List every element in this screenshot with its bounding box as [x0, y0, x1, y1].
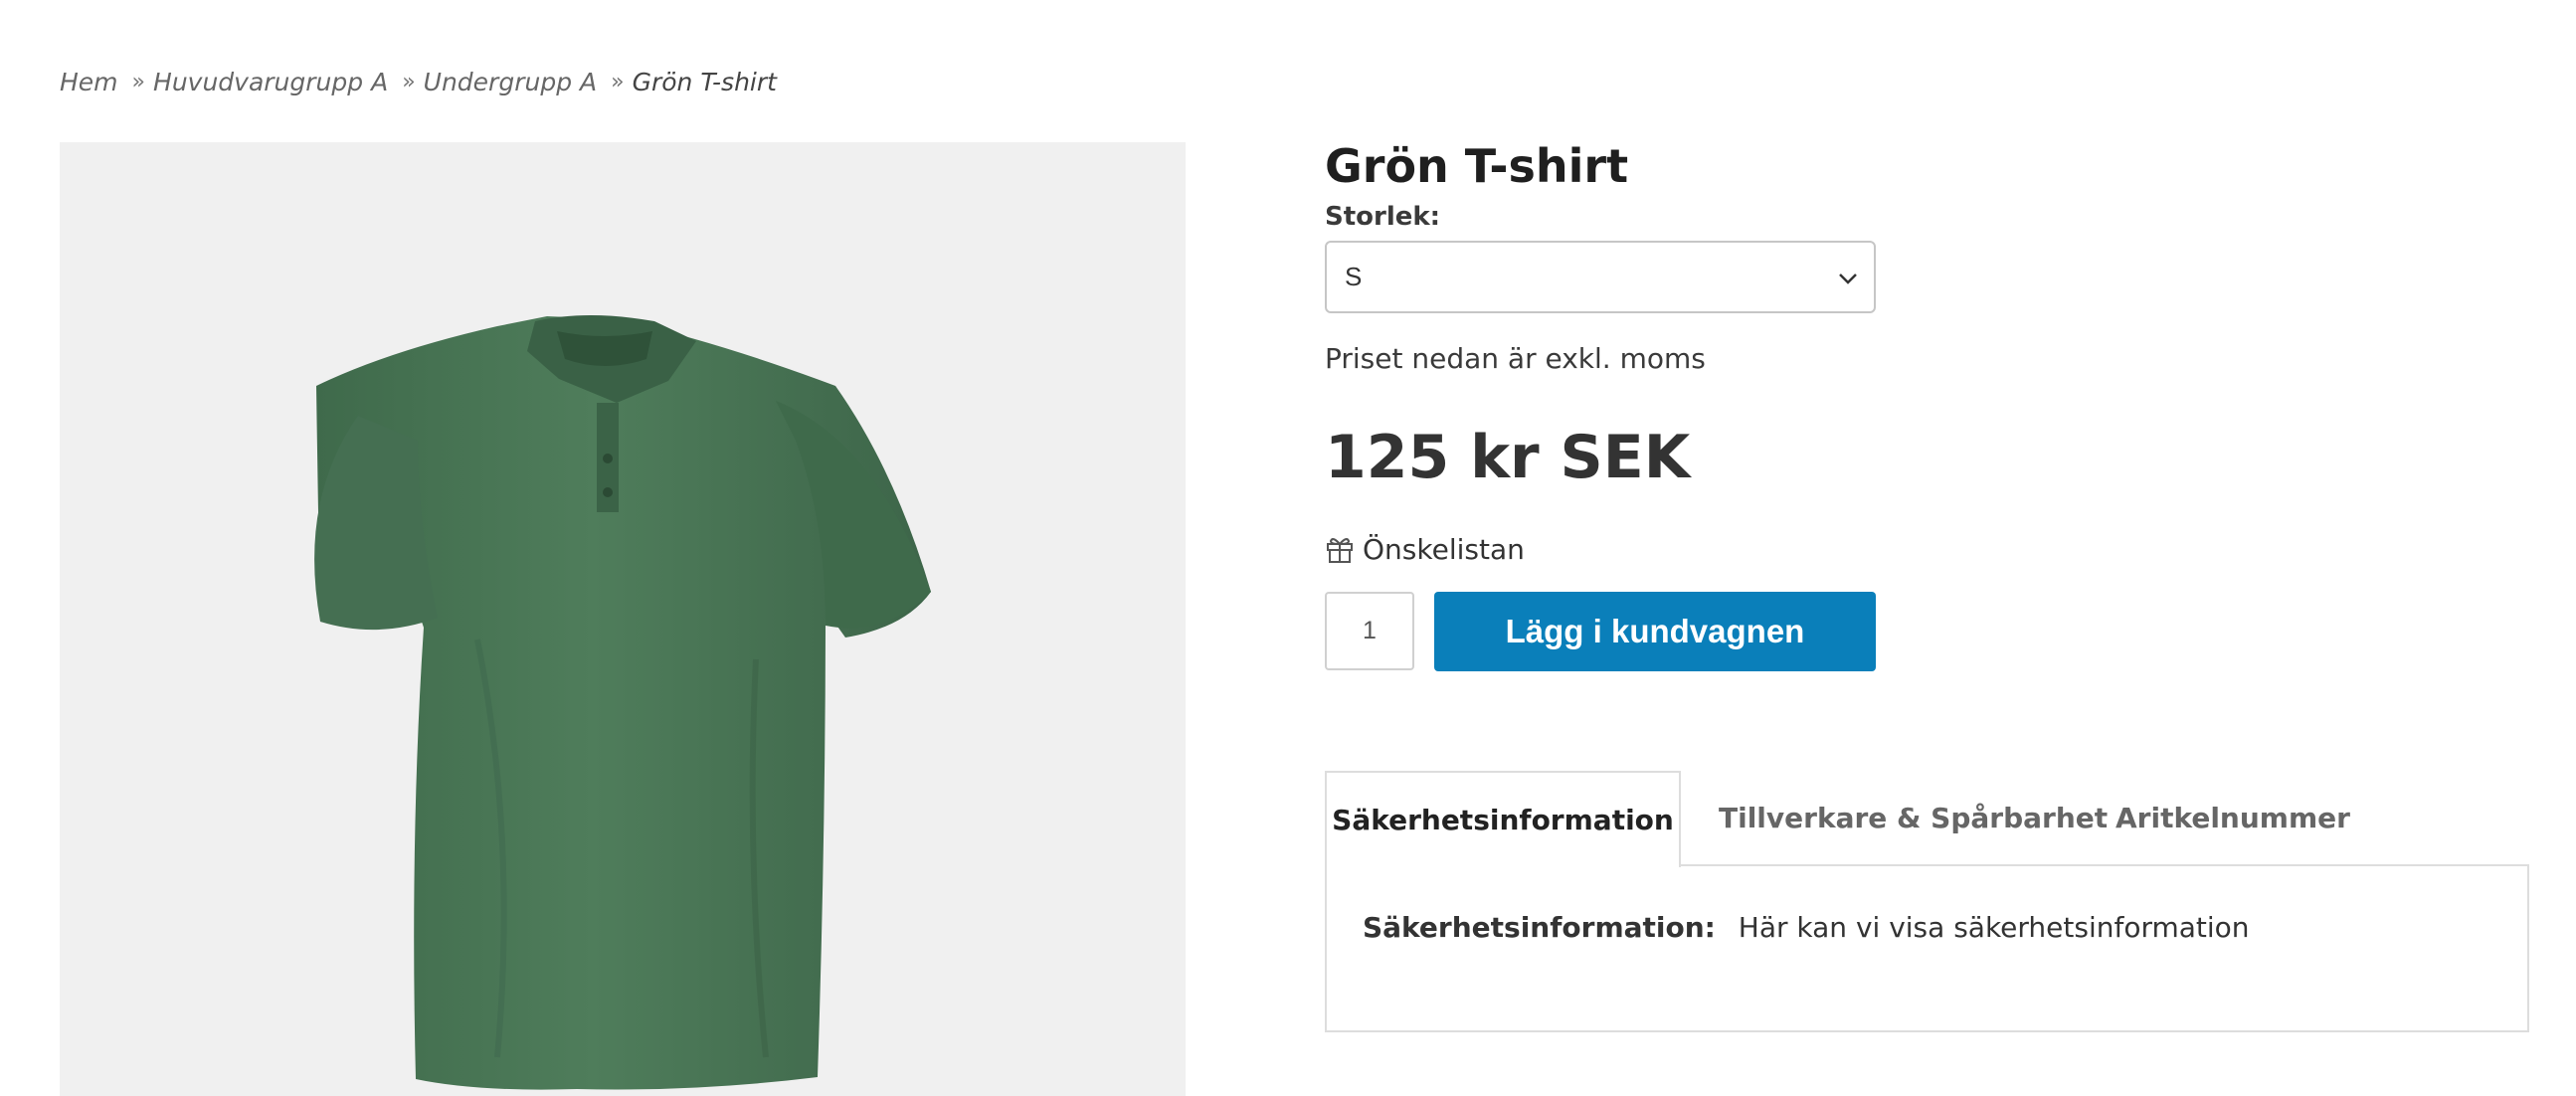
tab-article-number[interactable]: Aritkelnummer [2116, 771, 2350, 864]
breadcrumb-home-link[interactable]: Hem [60, 68, 118, 96]
size-select[interactable]: S [1325, 241, 1876, 313]
quantity-input[interactable] [1325, 592, 1414, 670]
gift-icon [1327, 538, 1353, 563]
tab-safety-info[interactable]: Säkerhetsinformation [1325, 771, 1681, 867]
breadcrumb-separator: » [402, 69, 416, 94]
tab-panel [1325, 864, 2529, 1032]
wishlist-link[interactable]: Önskelistan [1325, 532, 1525, 566]
size-label: Storlek: [1325, 202, 1441, 232]
add-to-cart-button[interactable]: Lägg i kundvagnen [1434, 592, 1876, 671]
breadcrumb-separator: » [611, 69, 625, 94]
vat-note: Priset nedan är exkl. moms [1325, 342, 1706, 375]
breadcrumb-main-category-link[interactable]: Huvudvarugrupp A [153, 68, 388, 96]
chevron-down-icon [1839, 274, 1857, 284]
breadcrumb-current: Grön T-shirt [632, 67, 777, 96]
product-price: 125 kr SEK [1325, 423, 1691, 492]
breadcrumb-subcategory-link[interactable]: Undergrupp A [424, 68, 597, 96]
size-select-value: S [1345, 262, 1363, 291]
breadcrumb: Hem » Huvudvarugrupp A » Undergrupp A » … [60, 64, 777, 99]
breadcrumb-separator: » [131, 69, 146, 94]
product-image[interactable] [60, 142, 1186, 1096]
green-polo-shirt-icon [314, 315, 931, 1090]
tab-content-label: Säkerhetsinformation: [1363, 911, 1716, 944]
tab-content: Säkerhetsinformation: Här kan vi visa sä… [1363, 911, 2250, 944]
product-title: Grön T-shirt [1325, 139, 1629, 193]
tab-manufacturer[interactable]: Tillverkare & Spårbarhet [1719, 771, 2108, 864]
wishlist-label: Önskelistan [1363, 532, 1525, 566]
tab-content-text: Här kan vi visa säkerhetsinformation [1738, 911, 2250, 944]
